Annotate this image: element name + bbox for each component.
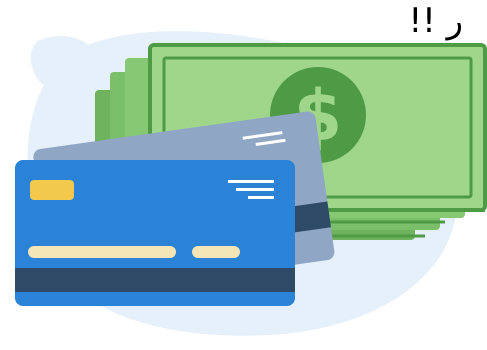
credit-card-front-icon (15, 160, 295, 306)
background-blob-small (30, 35, 99, 93)
money-illustration: $ (15, 31, 487, 336)
card-chip-icon (30, 180, 74, 200)
